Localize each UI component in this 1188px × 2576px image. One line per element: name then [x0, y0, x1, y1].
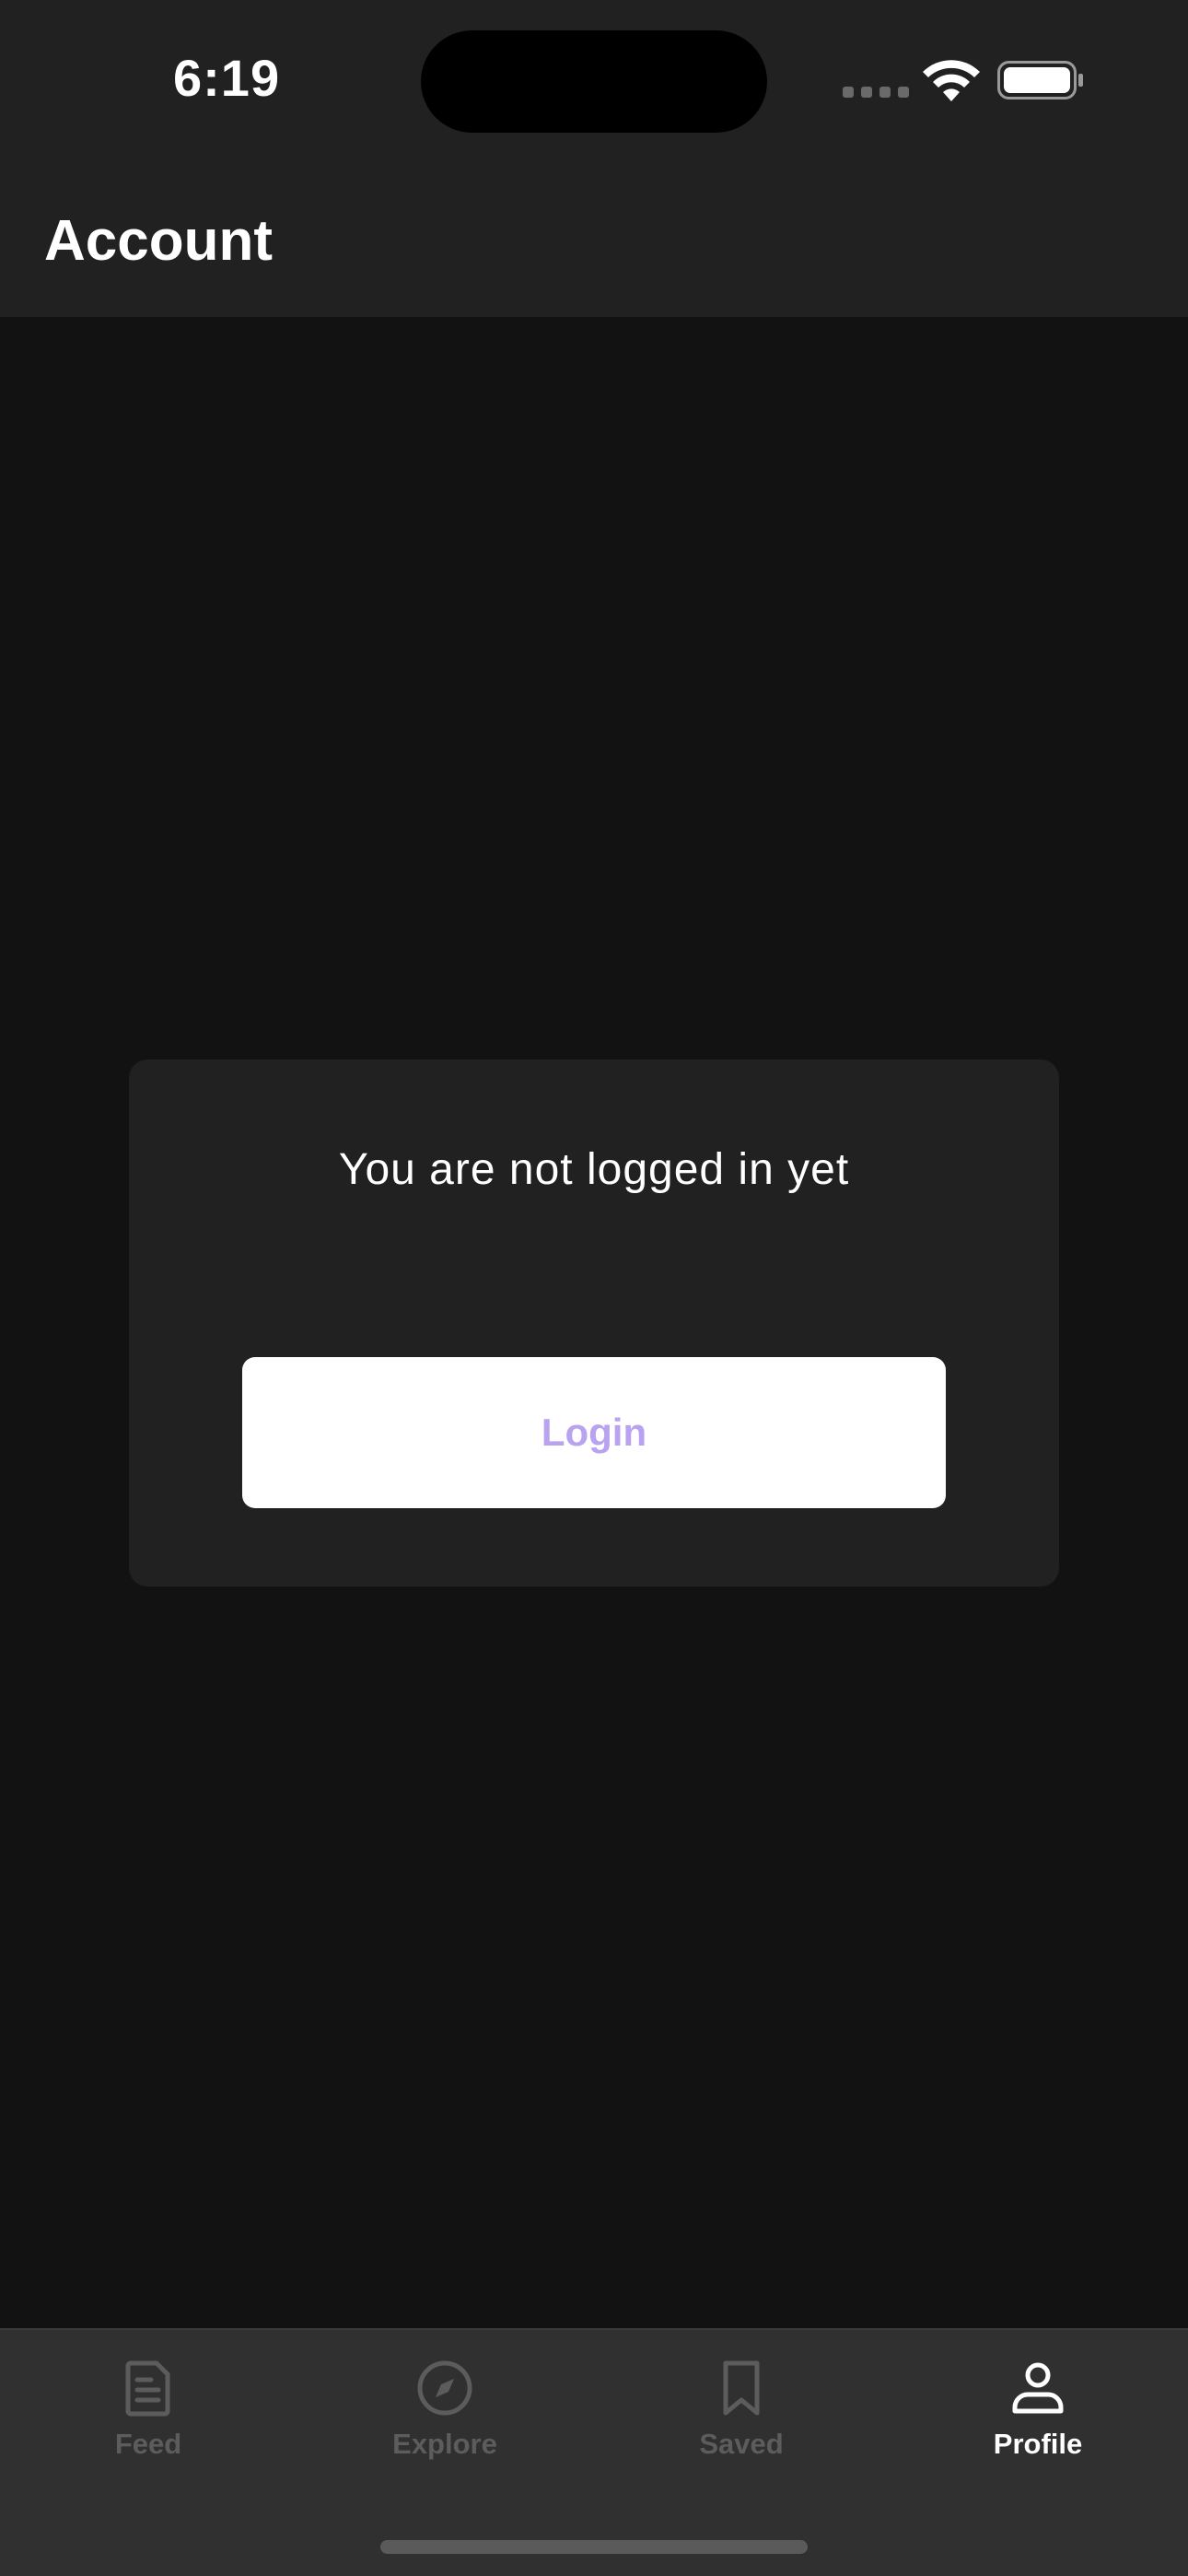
- tab-feed[interactable]: Feed: [0, 2358, 297, 2487]
- battery-icon: [997, 61, 1083, 100]
- bookmark-icon: [723, 2360, 760, 2416]
- tab-profile-label: Profile: [993, 2428, 1083, 2460]
- tab-explore[interactable]: Explore: [297, 2358, 593, 2487]
- status-time: 6:19: [173, 49, 281, 107]
- tab-profile[interactable]: Profile: [890, 2358, 1186, 2487]
- top-bar: 6:19 Account: [0, 0, 1188, 317]
- person-icon: [1012, 2362, 1064, 2414]
- tab-explore-label: Explore: [392, 2428, 497, 2460]
- wifi-icon: [923, 60, 980, 101]
- tab-saved[interactable]: Saved: [593, 2358, 890, 2487]
- login-prompt-card: You are not logged in yet Login: [129, 1060, 1059, 1587]
- page-title: Account: [44, 209, 273, 273]
- tab-saved-label: Saved: [699, 2428, 784, 2460]
- home-indicator: [380, 2540, 808, 2554]
- document-icon: [125, 2360, 170, 2417]
- tab-bar: Feed Explore Saved Profile: [0, 2328, 1188, 2576]
- tab-feed-label: Feed: [114, 2428, 182, 2460]
- compass-icon: [417, 2360, 472, 2416]
- login-button[interactable]: Login: [242, 1357, 946, 1508]
- not-logged-in-message: You are not logged in yet: [338, 1145, 850, 1194]
- account-screen: 6:19 Account You are not logged in yet L…: [0, 0, 1188, 2576]
- dynamic-island: [421, 30, 767, 133]
- cellular-signal-icon: [843, 87, 909, 98]
